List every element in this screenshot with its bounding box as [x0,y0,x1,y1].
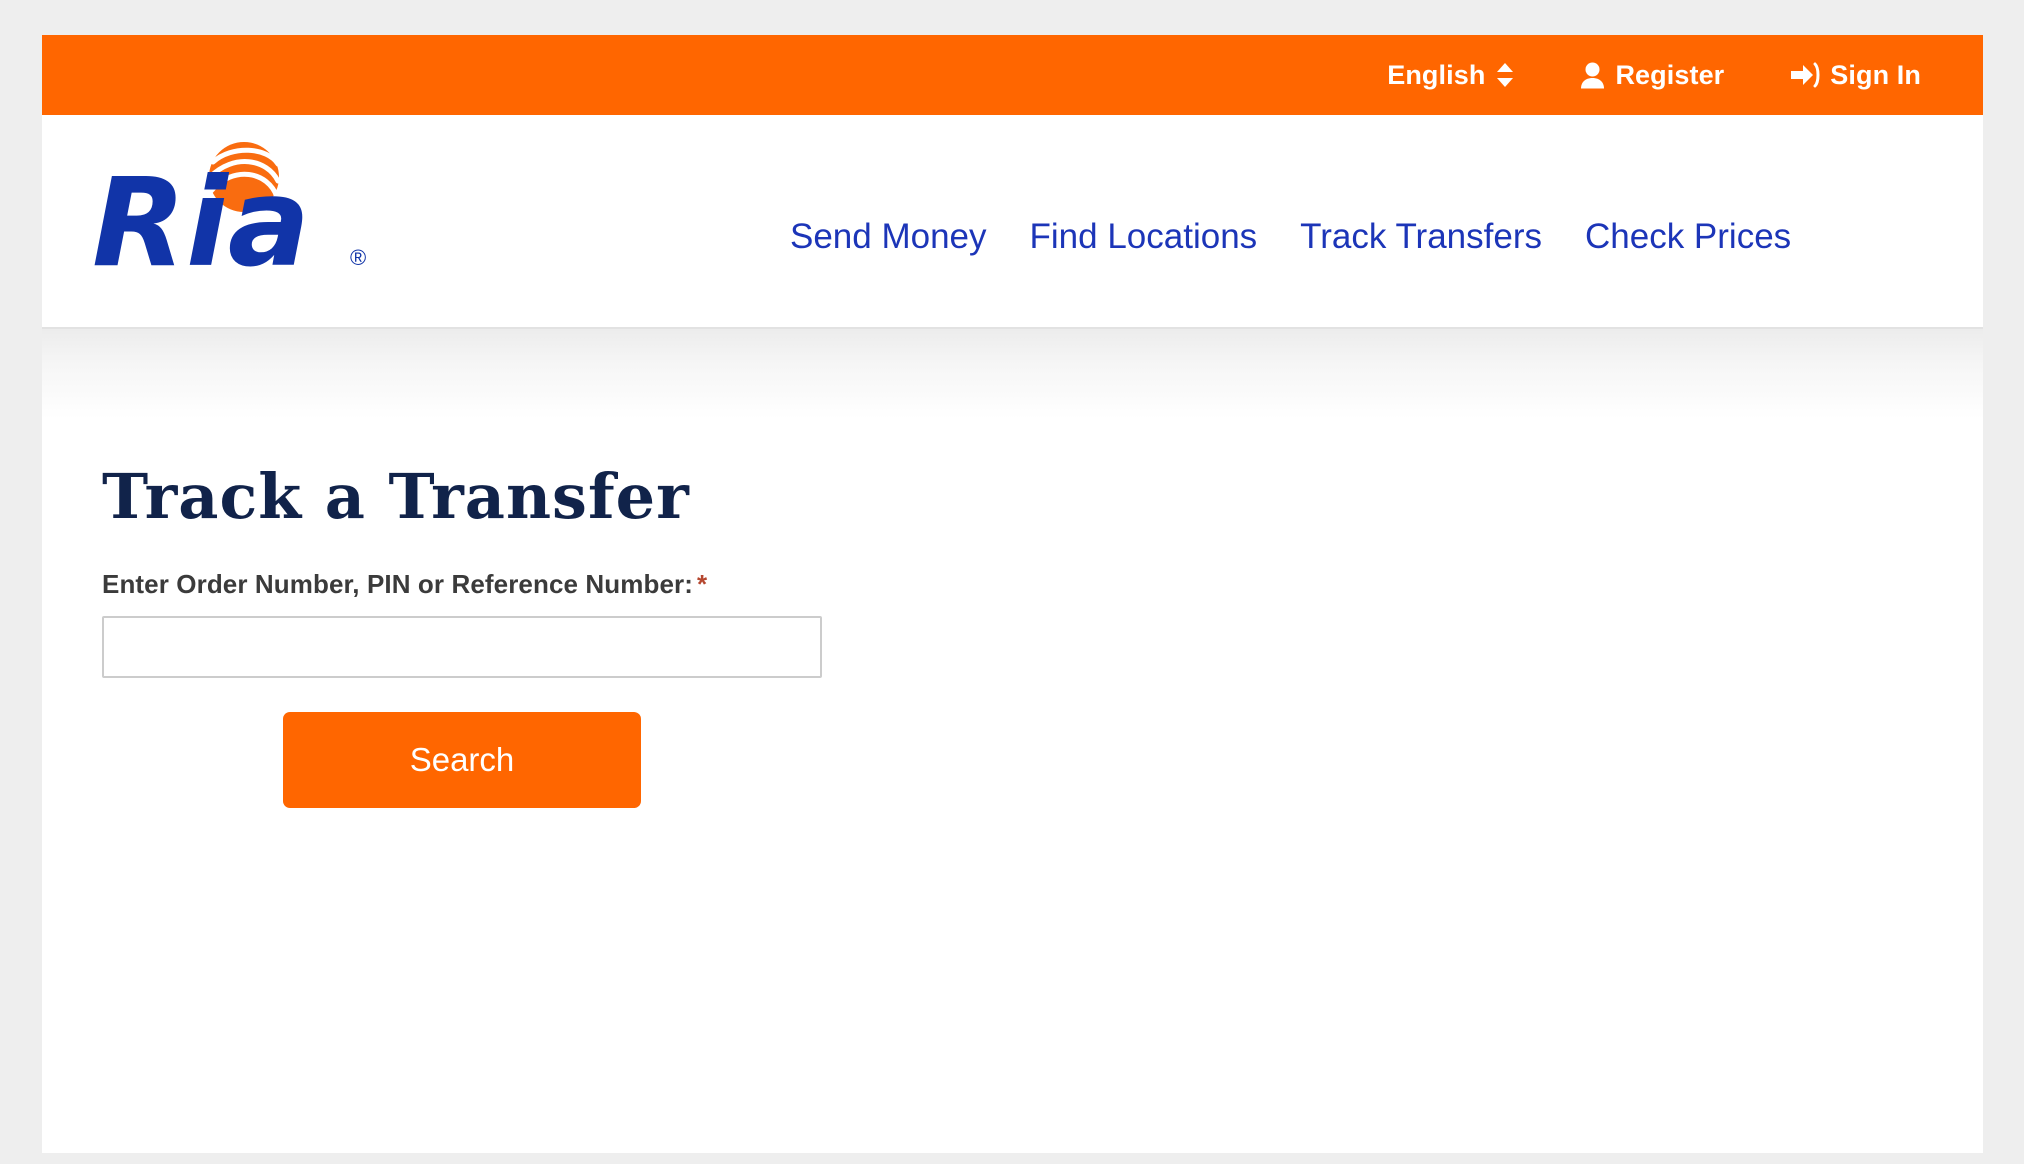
top-utility-bar: English Register Sign In [42,35,1983,115]
signin-link[interactable]: Sign In [1790,60,1921,91]
svg-text:®: ® [350,245,366,270]
search-button[interactable]: Search [283,712,641,809]
register-label: Register [1615,59,1725,90]
nav-item-find-locations[interactable]: Find Locations [1030,217,1258,257]
user-icon [1580,62,1605,89]
sort-updown-icon [1496,62,1514,88]
nav-item-send-money[interactable]: Send Money [790,217,987,257]
language-selector[interactable]: English [1387,60,1514,91]
nav-item-track-transfers[interactable]: Track Transfers [1300,217,1542,257]
order-number-label: Enter Order Number, PIN or Reference Num… [102,569,1983,600]
language-label: English [1387,59,1486,90]
ria-logo[interactable]: Ria ® [92,137,382,294]
page-title: Track a Transfer [102,460,690,533]
page-container: English Register Sign In Ria ® Send Mone… [42,35,1983,1153]
main-content: Track a Transfer Enter Order Number, PIN… [42,329,1983,809]
register-link[interactable]: Register [1580,60,1724,91]
site-header: Ria ® Send Money Find Locations Track Tr… [42,115,1983,329]
order-number-input[interactable] [102,616,822,679]
order-number-label-text: Enter Order Number, PIN or Reference Num… [102,569,693,600]
signin-label: Sign In [1830,59,1921,90]
svg-text:Ria: Ria [92,152,310,277]
main-navigation: Send Money Find Locations Track Transfer… [790,217,1791,257]
nav-item-check-prices[interactable]: Check Prices [1585,217,1791,257]
required-asterisk: * [697,569,708,600]
sign-in-icon [1790,62,1820,88]
